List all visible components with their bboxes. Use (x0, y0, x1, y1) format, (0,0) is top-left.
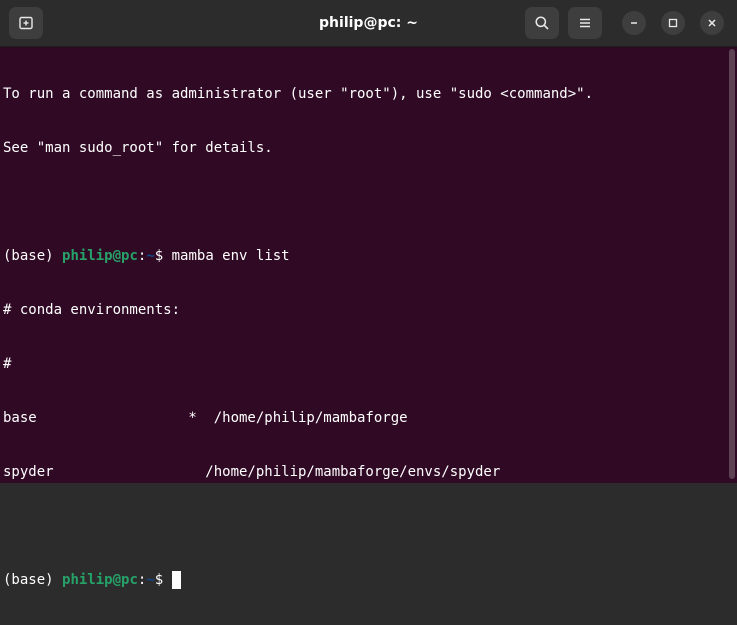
terminal-output[interactable]: To run a command as administrator (user … (0, 47, 727, 589)
command-text: mamba env list (171, 248, 290, 264)
scrollbar-thumb[interactable] (729, 49, 735, 479)
motd-line: See "man sudo_root" for details. (3, 140, 273, 156)
prompt-line: (base) philip@pc:~$ mamba env list (3, 247, 727, 265)
prompt-symbol: $ (154, 572, 172, 588)
prompt-env: (base) (3, 248, 63, 264)
prompt-colon: : (137, 572, 147, 588)
prompt-path: ~ (146, 248, 155, 264)
search-button[interactable] (525, 7, 559, 39)
prompt-user: philip@pc (62, 248, 138, 264)
prompt-user: philip@pc (62, 572, 138, 588)
output-line: spyder /home/philip/mambaforge/envs/spyd… (3, 464, 501, 480)
motd-line: To run a command as administrator (user … (3, 86, 594, 102)
close-button[interactable] (700, 11, 724, 35)
maximize-icon (668, 18, 678, 28)
close-icon (708, 19, 716, 27)
text-cursor (171, 571, 181, 589)
minimize-button[interactable] (622, 11, 646, 35)
maximize-button[interactable] (661, 11, 685, 35)
prompt-symbol: $ (154, 248, 172, 264)
output-line: # (3, 356, 12, 372)
title-bar[interactable]: philip@pc: ~ (0, 0, 737, 47)
output-line: # conda environments: (3, 302, 181, 318)
search-icon (535, 16, 549, 30)
minimize-icon (631, 22, 637, 24)
prompt-env: (base) (3, 572, 63, 588)
terminal-window: philip@pc: ~ To run a command as adminis… (0, 0, 737, 589)
output-line: base * /home/philip/mambaforge (3, 410, 408, 426)
hamburger-menu-icon (580, 18, 590, 28)
menu-button[interactable] (568, 7, 602, 39)
prompt-line: (base) philip@pc:~$ (3, 571, 727, 589)
prompt-path: ~ (146, 572, 155, 588)
